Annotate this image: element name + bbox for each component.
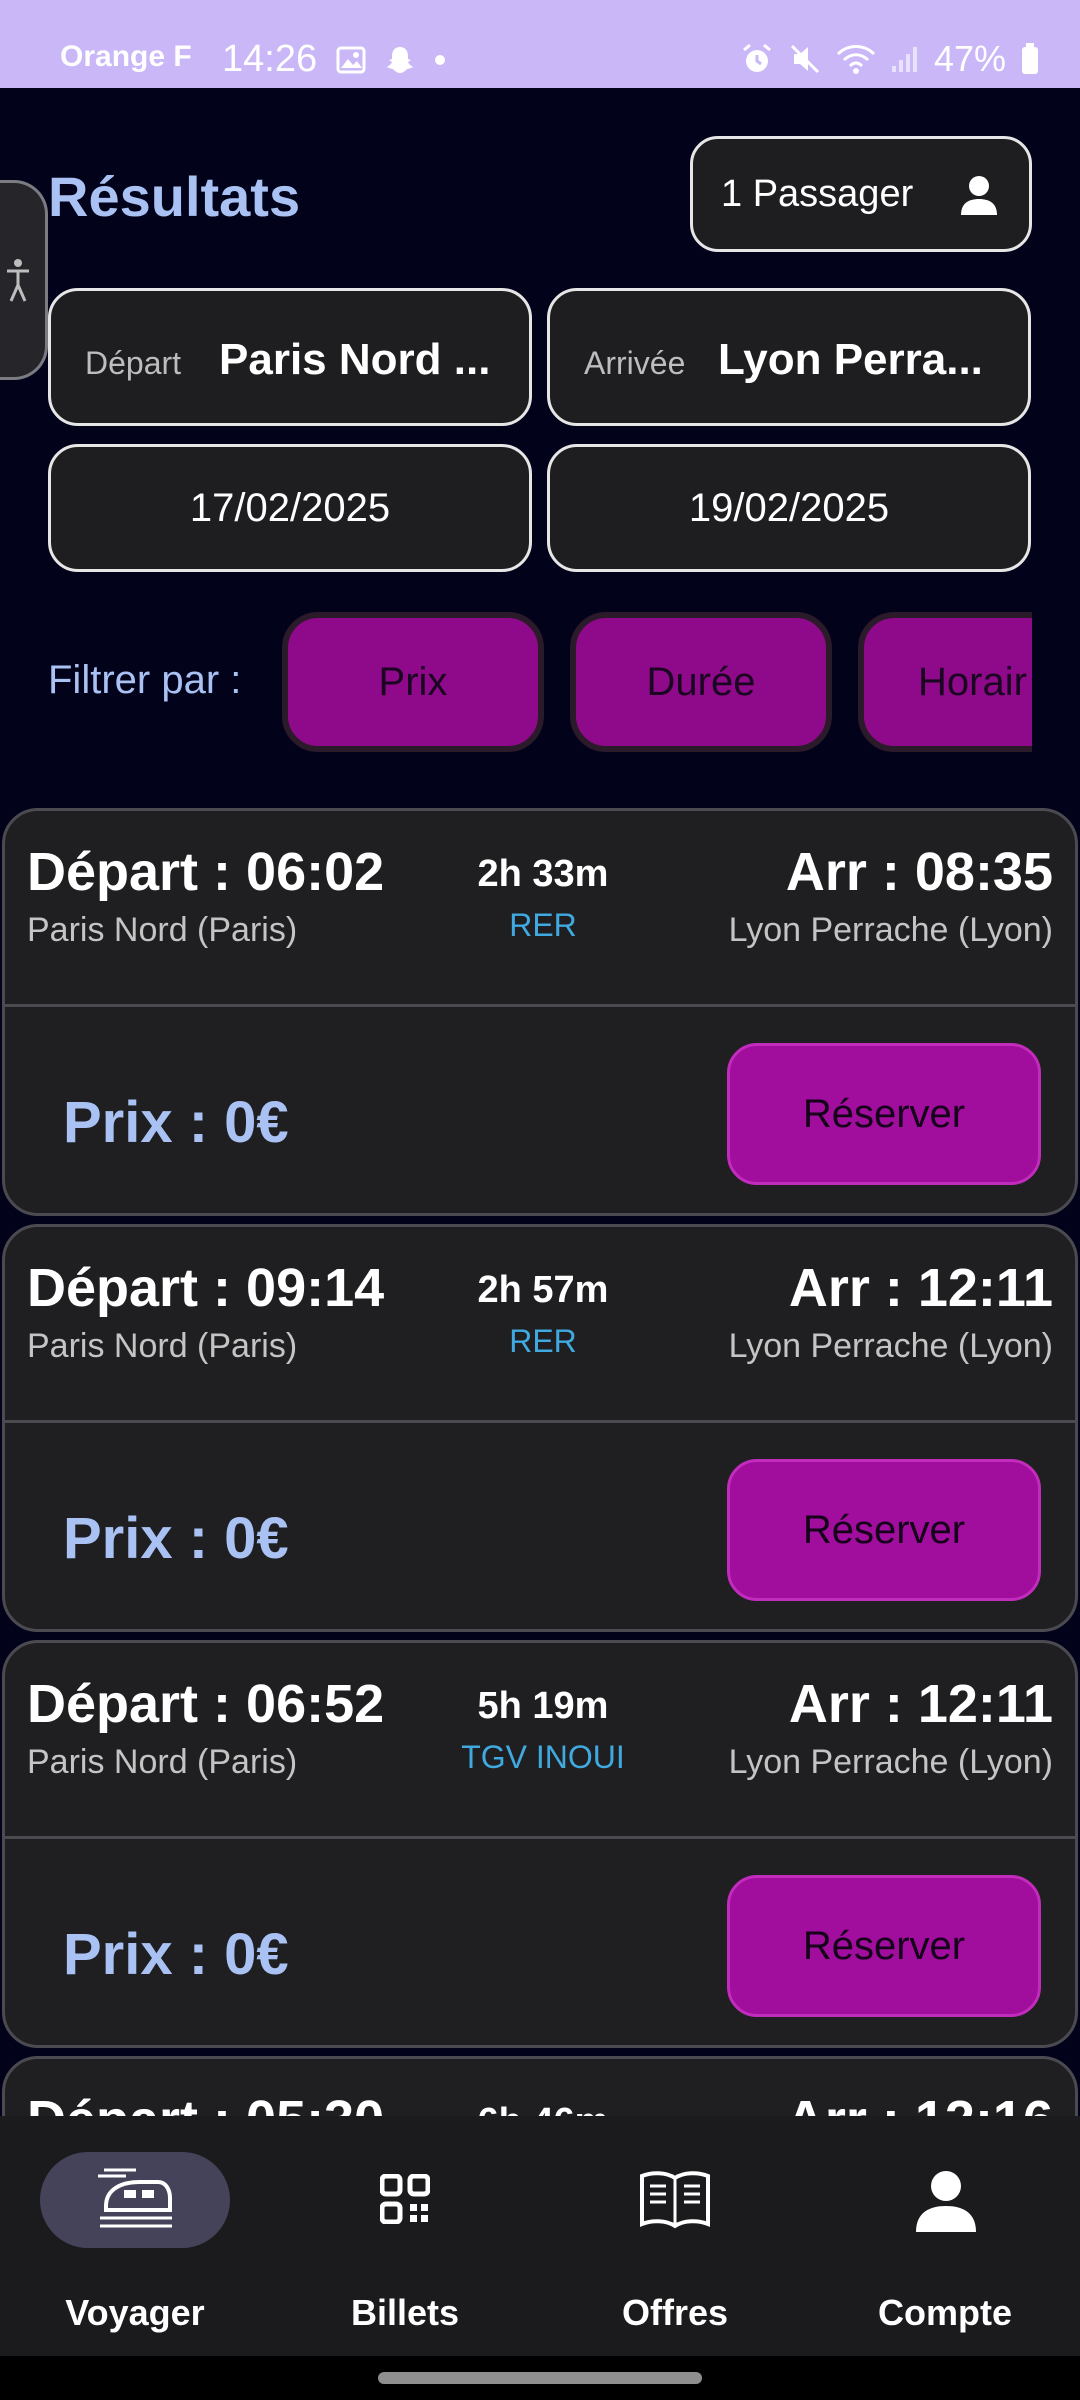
bottom-navigation: Voyager Billets Offres Compte — [0, 2116, 1080, 2356]
train-icon — [98, 2168, 172, 2228]
clock: 14:26 — [222, 38, 318, 80]
nav-label: Voyager — [65, 2292, 205, 2333]
arrival-station: Lyon Perrache (Lyon) — [728, 1327, 1053, 1365]
trip-price: Prix : 0€ — [63, 1090, 289, 1155]
nav-compte[interactable]: Compte — [810, 2116, 1080, 2356]
signal-icon — [891, 47, 917, 72]
page-title: Résultats — [48, 165, 301, 228]
home-indicator[interactable] — [378, 2372, 702, 2384]
trip-summary: Départ : 06:52 Paris Nord (Paris) 5h 19m… — [5, 1643, 1075, 1839]
mute-icon — [790, 44, 819, 74]
arrival-time: Arr : 12:11 — [788, 1258, 1053, 1318]
battery-percent: 47% — [933, 38, 1006, 79]
notification-icons — [336, 44, 446, 76]
reserve-button[interactable]: Réserver — [727, 1875, 1041, 2017]
user-icon — [961, 176, 997, 215]
nav-label: Compte — [878, 2292, 1012, 2333]
image-icon — [336, 46, 366, 74]
filter-price-button[interactable]: Prix — [282, 612, 544, 752]
trip-card: Départ : 09:14 Paris Nord (Paris) 2h 57m… — [2, 1224, 1078, 1632]
return-date-field[interactable]: 19/02/2025 — [547, 444, 1031, 572]
dot-icon — [435, 55, 445, 65]
passenger-selector-button[interactable]: 1 Passager — [690, 136, 1032, 252]
gesture-bar — [0, 2356, 1080, 2400]
book-icon — [640, 2171, 710, 2229]
carrier-label: Orange F — [60, 40, 192, 73]
trip-price: Prix : 0€ — [63, 1506, 289, 1571]
snapchat-icon — [387, 47, 413, 73]
trip-summary: Départ : 09:14 Paris Nord (Paris) 2h 57m… — [5, 1227, 1075, 1423]
wifi-icon — [836, 45, 875, 74]
battery-icon — [1022, 43, 1038, 74]
accessibility-tab[interactable] — [0, 180, 48, 380]
trip-price: Prix : 0€ — [63, 1922, 289, 1987]
departure-field[interactable]: Départ Paris Nord ... — [48, 288, 532, 426]
trip-summary: Départ : 06:02 Paris Nord (Paris) 2h 33m… — [5, 811, 1075, 1007]
filter-schedule-button[interactable]: Horair — [858, 612, 1032, 752]
arrival-time: Arr : 12:11 — [788, 1674, 1053, 1734]
reserve-button[interactable]: Réserver — [727, 1459, 1041, 1601]
nav-billets[interactable]: Billets — [270, 2116, 540, 2356]
departure-label: Départ — [85, 345, 182, 381]
nav-label: Offres — [621, 2292, 729, 2333]
outbound-date-field[interactable]: 17/02/2025 — [48, 444, 532, 572]
system-icons: 47% — [740, 38, 1040, 80]
arrival-station: Lyon Perrache (Lyon) — [728, 1743, 1053, 1781]
trip-card: Départ : 06:52 Paris Nord (Paris) 5h 19m… — [2, 1640, 1078, 2048]
arrival-label: Arrivée — [584, 345, 686, 381]
accessibility-icon — [7, 259, 29, 302]
status-bar: Orange F 14:26 47% — [0, 0, 1080, 88]
nav-voyager[interactable]: Voyager — [0, 2116, 270, 2356]
filter-duration-button[interactable]: Durée — [570, 612, 832, 752]
arrival-value: Lyon Perra... — [718, 335, 983, 384]
filter-label: Filtrer par : — [48, 658, 242, 702]
trip-card: Départ : 06:02 Paris Nord (Paris) 2h 33m… — [2, 808, 1078, 1216]
nav-label: Billets — [350, 2292, 460, 2333]
nav-offres[interactable]: Offres — [540, 2116, 810, 2356]
departure-value: Paris Nord ... — [219, 335, 491, 384]
filter-chips: Prix Durée Horair — [282, 608, 1032, 754]
arrival-station: Lyon Perrache (Lyon) — [728, 911, 1053, 949]
alarm-icon — [742, 43, 771, 72]
arrival-field[interactable]: Arrivée Lyon Perra... — [547, 288, 1031, 426]
user-icon — [916, 2171, 976, 2232]
qr-code-icon — [380, 2174, 430, 2224]
passenger-label: 1 Passager — [721, 172, 914, 215]
reserve-button[interactable]: Réserver — [727, 1043, 1041, 1185]
arrival-time: Arr : 08:35 — [785, 842, 1053, 902]
